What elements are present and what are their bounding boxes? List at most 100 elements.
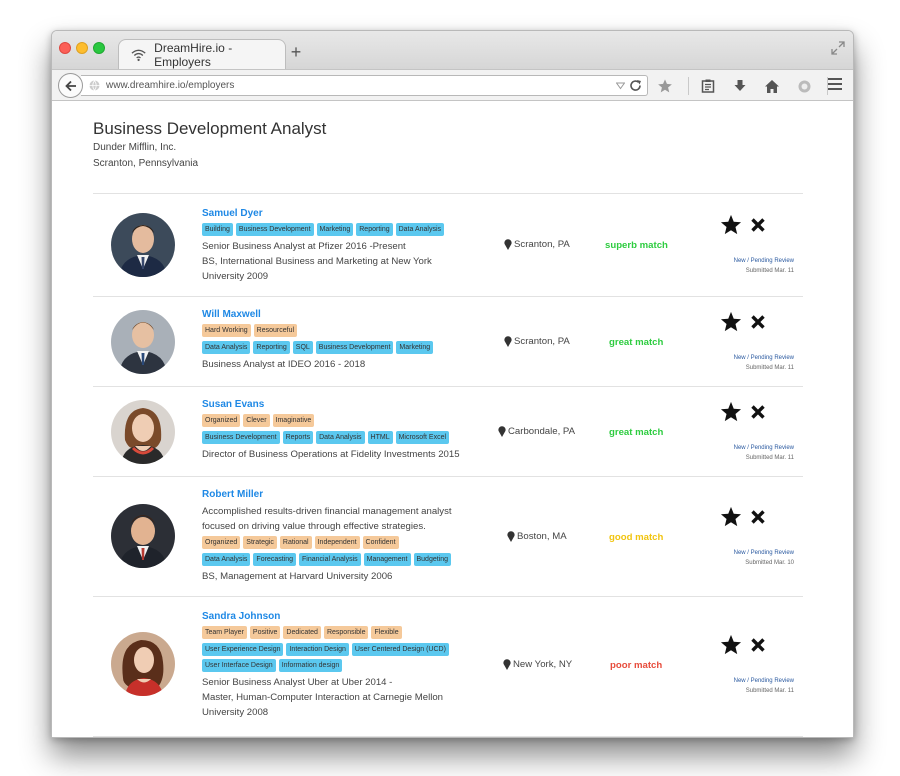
skill-tag: Financial Analysis — [299, 553, 361, 566]
skill-tag: HTML — [367, 431, 393, 444]
toolbar-icons — [656, 76, 838, 96]
skill-tag: Business Development — [235, 223, 314, 236]
trait-tags: Organized Clever Imaginative — [202, 414, 492, 427]
education-line: Master, Human-Computer Interaction at Ca… — [202, 692, 444, 703]
trait-tags: Hard Working Resourceful — [202, 324, 492, 337]
candidate-location: Boston, MA — [507, 531, 567, 542]
trait-tag: Clever — [243, 414, 270, 427]
reject-x-icon[interactable] — [750, 637, 766, 653]
map-pin-icon — [503, 659, 511, 670]
skill-tag: Marketing — [396, 341, 434, 354]
submitted-date: Submitted Mar. 10 — [745, 560, 794, 566]
skill-tag: Forecasting — [253, 553, 296, 566]
trait-tag: Resourceful — [253, 324, 298, 337]
review-status: New / Pending Review Submitted Mar. 11 — [723, 443, 794, 463]
candidate-name-link[interactable]: Susan Evans — [202, 399, 492, 410]
avatar[interactable] — [111, 213, 175, 277]
review-status: New / Pending Review Submitted Mar. 11 — [723, 353, 794, 373]
hamburger-menu-icon[interactable] — [827, 77, 843, 91]
puzzle-piece-icon — [798, 80, 810, 92]
browser-tab[interactable]: DreamHire.io - Employers — [118, 39, 286, 69]
avatar[interactable] — [111, 504, 175, 568]
extension-button[interactable] — [795, 77, 813, 95]
fullscreen-icon[interactable] — [831, 41, 845, 55]
candidate-location: Scranton, PA — [504, 336, 570, 347]
profile-photo — [111, 504, 175, 568]
new-tab-button[interactable]: + — [288, 42, 304, 63]
star-icon[interactable] — [720, 214, 742, 235]
download-button[interactable] — [731, 77, 749, 95]
skill-tag: Data Analysis — [316, 431, 365, 444]
experience-line: Senior Business Analyst Uber at Uber 201… — [202, 677, 393, 688]
trait-tag: Responsible — [323, 626, 369, 639]
skill-tag: Building — [202, 223, 233, 236]
dropdown-arrow-icon[interactable] — [616, 81, 625, 90]
company-name: Dunder Mifflin, Inc. — [93, 142, 177, 153]
candidate-details: Susan Evans Organized Clever Imaginative… — [202, 399, 492, 462]
experience-line: Business Analyst at IDEO 2016 - 2018 — [202, 359, 366, 370]
star-icon[interactable] — [720, 634, 742, 655]
reject-x-icon[interactable] — [750, 509, 766, 525]
url-text: www.dreamhire.io/employers — [106, 80, 235, 91]
skill-tag: User Interface Design — [202, 659, 276, 672]
job-location: Scranton, Pennsylvania — [93, 158, 199, 169]
experience-line: Senior Business Analyst at Pfizer 2016 -… — [202, 241, 406, 252]
review-status: New / Pending Review Submitted Mar. 10 — [723, 548, 794, 568]
skill-tag: Data Analysis — [202, 553, 251, 566]
experience-line: Director of Business Operations at Fidel… — [202, 449, 460, 460]
skill-tag: User Experience Design — [202, 643, 284, 656]
status-text: New / Pending Review — [733, 550, 794, 556]
avatar[interactable] — [111, 632, 175, 696]
star-icon[interactable] — [720, 401, 742, 422]
address-bar[interactable]: www.dreamhire.io/employers — [81, 75, 648, 96]
candidate-name-link[interactable]: Samuel Dyer — [202, 208, 492, 219]
reject-x-icon[interactable] — [750, 314, 766, 330]
skill-tag: Budgeting — [413, 553, 452, 566]
review-status: New / Pending Review Submitted Mar. 11 — [723, 256, 794, 276]
match-rating: great match — [609, 427, 664, 438]
bookmark-star-button[interactable] — [656, 77, 674, 95]
map-pin-icon — [507, 531, 515, 542]
trait-tags: Organized Strategic Rational Independent… — [202, 536, 492, 549]
status-text: New / Pending Review — [733, 445, 794, 451]
skill-tag: Microsoft Excel — [395, 431, 450, 444]
candidate-actions — [720, 401, 766, 422]
title-bar: DreamHire.io - Employers + — [52, 31, 853, 69]
skill-tag: Marketing — [316, 223, 354, 236]
map-pin-icon — [504, 336, 512, 347]
reject-x-icon[interactable] — [750, 404, 766, 420]
candidate-name-link[interactable]: Robert Miller — [202, 489, 492, 500]
map-pin-icon — [498, 426, 506, 437]
candidate-actions — [720, 311, 766, 332]
candidate-name-link[interactable]: Will Maxwell — [202, 309, 492, 320]
candidate-row: Robert Miller Accomplished results-drive… — [93, 477, 803, 597]
star-icon[interactable] — [720, 506, 742, 527]
reading-list-button[interactable] — [699, 77, 717, 95]
skill-tag: Business Development — [202, 431, 280, 444]
submitted-date: Submitted Mar. 11 — [745, 455, 794, 461]
skill-tag: Data Analysis — [202, 341, 251, 354]
home-button[interactable] — [763, 77, 781, 95]
reload-icon[interactable] — [629, 79, 643, 93]
skill-tags: Data Analysis Forecasting Financial Anal… — [202, 553, 492, 566]
close-window-button[interactable] — [59, 42, 71, 54]
candidate-actions — [720, 214, 766, 235]
maximize-window-button[interactable] — [93, 42, 105, 54]
minimize-window-button[interactable] — [76, 42, 88, 54]
trait-tag: Organized — [202, 414, 241, 427]
avatar[interactable] — [111, 400, 175, 464]
candidate-row: Susan Evans Organized Clever Imaginative… — [93, 387, 803, 477]
candidate-actions — [720, 506, 766, 527]
skill-tags: User Experience Design Interaction Desig… — [202, 643, 462, 672]
star-icon[interactable] — [720, 311, 742, 332]
reject-x-icon[interactable] — [750, 217, 766, 233]
summary-line: Accomplished results-driven financial ma… — [202, 506, 452, 517]
skill-tag: User Centered Design (UCD) — [351, 643, 449, 656]
candidate-location: Scranton, PA — [504, 239, 570, 250]
skill-tag: Reporting — [253, 341, 290, 354]
back-button[interactable] — [58, 73, 83, 98]
page-content: Business Development Analyst Dunder Miff… — [52, 102, 853, 737]
candidate-name-link[interactable]: Sandra Johnson — [202, 611, 492, 622]
candidate-row: Samuel Dyer Building Business Developmen… — [93, 194, 803, 297]
avatar[interactable] — [111, 310, 175, 374]
